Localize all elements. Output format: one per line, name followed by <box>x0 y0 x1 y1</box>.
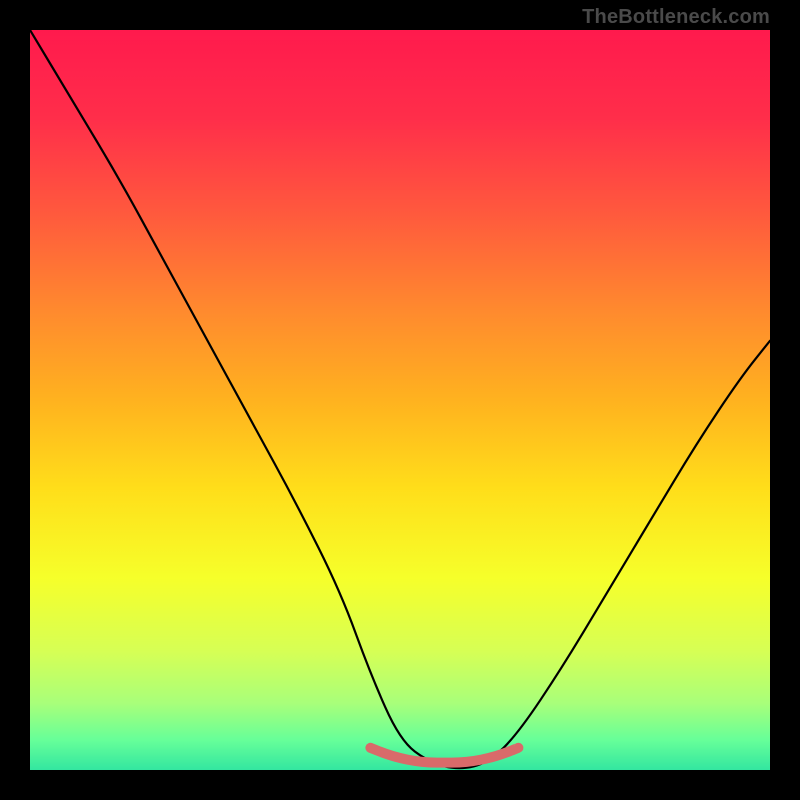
bottleneck-curve <box>30 30 770 768</box>
chart-frame: TheBottleneck.com <box>0 0 800 800</box>
curve-layer <box>30 30 770 770</box>
plot-area <box>30 30 770 770</box>
bottom-band <box>370 748 518 763</box>
watermark-text: TheBottleneck.com <box>582 6 770 29</box>
